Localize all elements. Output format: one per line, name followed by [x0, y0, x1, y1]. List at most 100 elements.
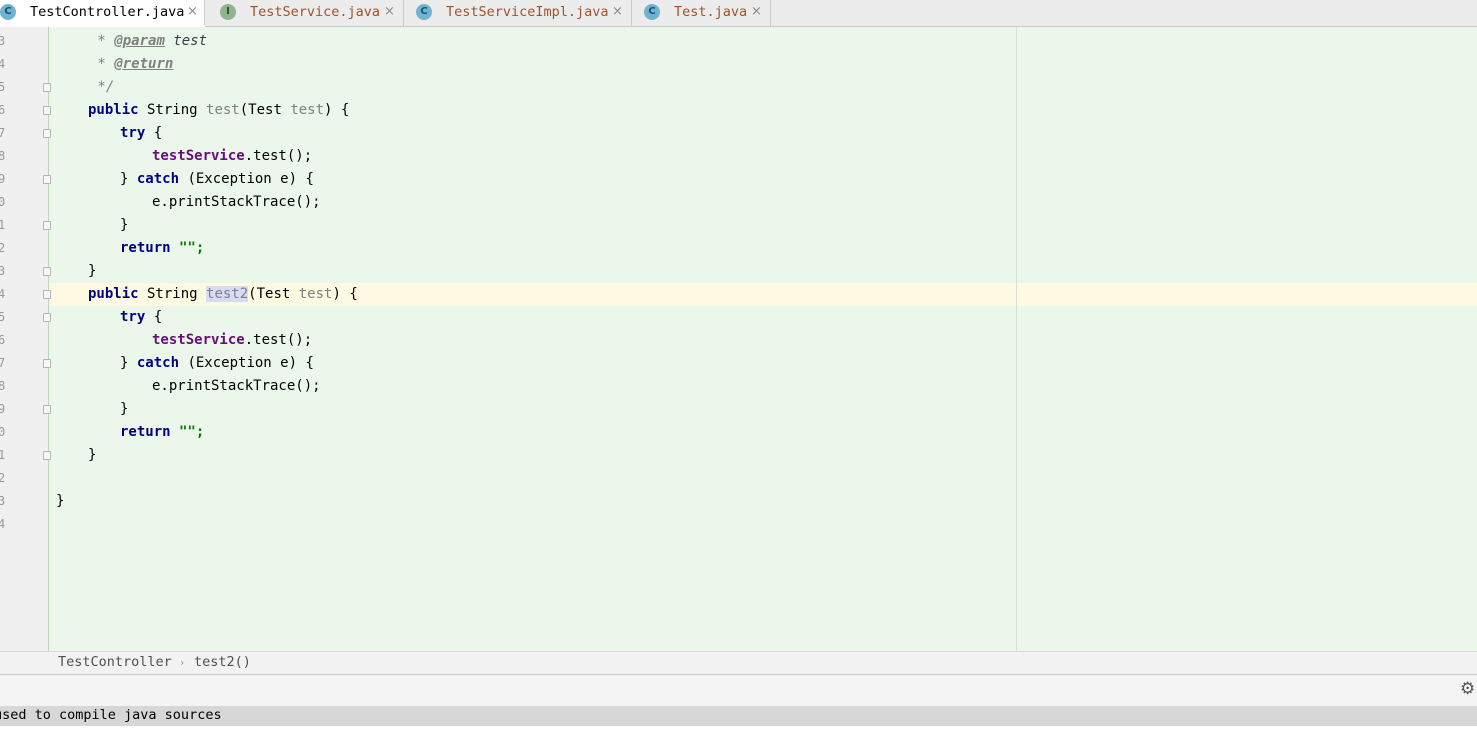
- breadcrumb-method[interactable]: test2(): [194, 652, 251, 673]
- keyword: catch: [136, 355, 180, 371]
- fold-marker-icon[interactable]: [43, 106, 51, 115]
- code-text: {: [145, 125, 163, 141]
- fold-marker-icon[interactable]: [43, 313, 51, 322]
- code-line: try {: [120, 122, 162, 145]
- string-literal: "";: [170, 424, 205, 440]
- interface-file-icon: I: [220, 4, 236, 20]
- code-line: }: [88, 444, 96, 467]
- close-tab-icon[interactable]: ×: [384, 0, 395, 24]
- comment-text: */: [89, 79, 115, 95]
- fold-marker-icon[interactable]: [43, 175, 51, 184]
- code-line: testService.test();: [152, 145, 312, 168]
- fold-marker-icon[interactable]: [43, 359, 51, 368]
- code-text: }: [120, 355, 137, 371]
- code-line: e.printStackTrace();: [152, 191, 321, 214]
- code-line: public String test(Test test) {: [88, 99, 349, 122]
- method-name: test: [206, 102, 240, 118]
- window-bottom-area: [0, 726, 1477, 754]
- code-line: return "";: [120, 237, 204, 260]
- line-number: 3: [0, 264, 6, 278]
- code-line: try {: [120, 306, 162, 329]
- line-number: 8: [0, 379, 6, 393]
- code-text: (Test: [239, 102, 291, 118]
- class-file-icon: C: [416, 4, 432, 20]
- parameter-name: test: [290, 102, 325, 118]
- keyword: public: [88, 286, 139, 302]
- status-message: used to compile java sources: [0, 707, 222, 723]
- fold-marker-icon[interactable]: [43, 405, 51, 414]
- tab-testcontroller[interactable]: C TestController.java ×: [0, 0, 205, 27]
- code-text: }: [120, 171, 137, 187]
- fold-marker-icon[interactable]: [43, 267, 51, 276]
- tab-label: TestController.java: [30, 4, 185, 20]
- keyword: try: [120, 125, 146, 141]
- line-number: 5: [0, 310, 6, 324]
- code-text: ) {: [332, 286, 358, 302]
- line-number: 9: [0, 172, 6, 186]
- code-text: (Exception e) {: [179, 355, 314, 371]
- code-text: }: [88, 263, 97, 279]
- close-tab-icon[interactable]: ×: [612, 0, 623, 24]
- code-text: (Test: [248, 286, 299, 302]
- status-bar: used to compile java sources: [0, 706, 1477, 726]
- line-number: 1: [0, 218, 6, 232]
- code-line: }: [88, 260, 96, 283]
- code-line: * @return: [89, 53, 173, 76]
- line-number: 4: [0, 517, 6, 531]
- breadcrumb-separator-icon: ›: [180, 656, 185, 669]
- right-margin-guide: [1016, 27, 1017, 651]
- comment-text: *: [89, 33, 115, 49]
- javadoc-tag: @param: [114, 33, 165, 49]
- close-tab-icon[interactable]: ×: [751, 0, 762, 24]
- code-text: .test();: [244, 332, 313, 348]
- tab-testservice[interactable]: I TestService.java ×: [205, 0, 404, 26]
- breadcrumb: TestController › test2(): [0, 651, 1477, 674]
- code-text: }: [56, 493, 65, 509]
- keyword: try: [120, 309, 146, 325]
- line-number: 1: [0, 448, 6, 462]
- fold-marker-icon[interactable]: [43, 451, 51, 460]
- tool-window-panel: [0, 674, 1477, 707]
- keyword: return: [120, 240, 171, 256]
- code-line: } catch (Exception e) {: [120, 168, 314, 191]
- comment-text: *: [89, 56, 115, 72]
- class-file-icon: C: [0, 4, 16, 20]
- tab-label: TestService.java: [250, 4, 381, 20]
- code-text: e.printStackTrace();: [152, 194, 321, 210]
- line-number: 6: [0, 103, 6, 117]
- gear-icon[interactable]: ⚙: [1460, 680, 1477, 698]
- code-line: testService.test();: [152, 329, 312, 352]
- javadoc-param-name: test: [164, 33, 208, 49]
- fold-marker-icon[interactable]: [43, 83, 51, 92]
- tab-label: TestServiceImpl.java: [446, 4, 609, 20]
- type-name: String: [138, 286, 207, 302]
- line-number: 4: [0, 287, 6, 301]
- fold-marker-icon[interactable]: [43, 221, 51, 230]
- line-number: 5: [0, 80, 6, 94]
- code-text: ) {: [324, 102, 350, 118]
- code-line: return "";: [120, 421, 204, 444]
- method-name-highlighted: test2: [206, 286, 249, 302]
- code-text: e.printStackTrace();: [152, 378, 321, 394]
- code-line: e.printStackTrace();: [152, 375, 321, 398]
- javadoc-tag: @return: [114, 56, 174, 72]
- tab-label: Test.java: [674, 4, 748, 20]
- code-line: }: [120, 398, 128, 421]
- code-text: }: [120, 401, 129, 417]
- code-line: }: [120, 214, 128, 237]
- fold-marker-icon[interactable]: [43, 129, 51, 138]
- line-number: 0: [0, 425, 6, 439]
- breadcrumb-class[interactable]: TestController: [58, 652, 172, 673]
- fold-marker-icon[interactable]: [43, 290, 51, 299]
- editor-tab-bar: C TestController.java × I TestService.ja…: [0, 0, 1477, 27]
- parameter-name: test: [298, 286, 333, 302]
- line-number: 4: [0, 57, 6, 71]
- line-number: 2: [0, 241, 6, 255]
- close-tab-icon[interactable]: ×: [187, 0, 198, 24]
- line-number: 9: [0, 402, 6, 416]
- tab-testserviceimpl[interactable]: C TestServiceImpl.java ×: [404, 0, 632, 26]
- tab-test[interactable]: C Test.java ×: [632, 0, 771, 26]
- line-number: 3: [0, 494, 6, 508]
- code-text: (Exception e) {: [179, 171, 314, 187]
- code-text: }: [88, 447, 97, 463]
